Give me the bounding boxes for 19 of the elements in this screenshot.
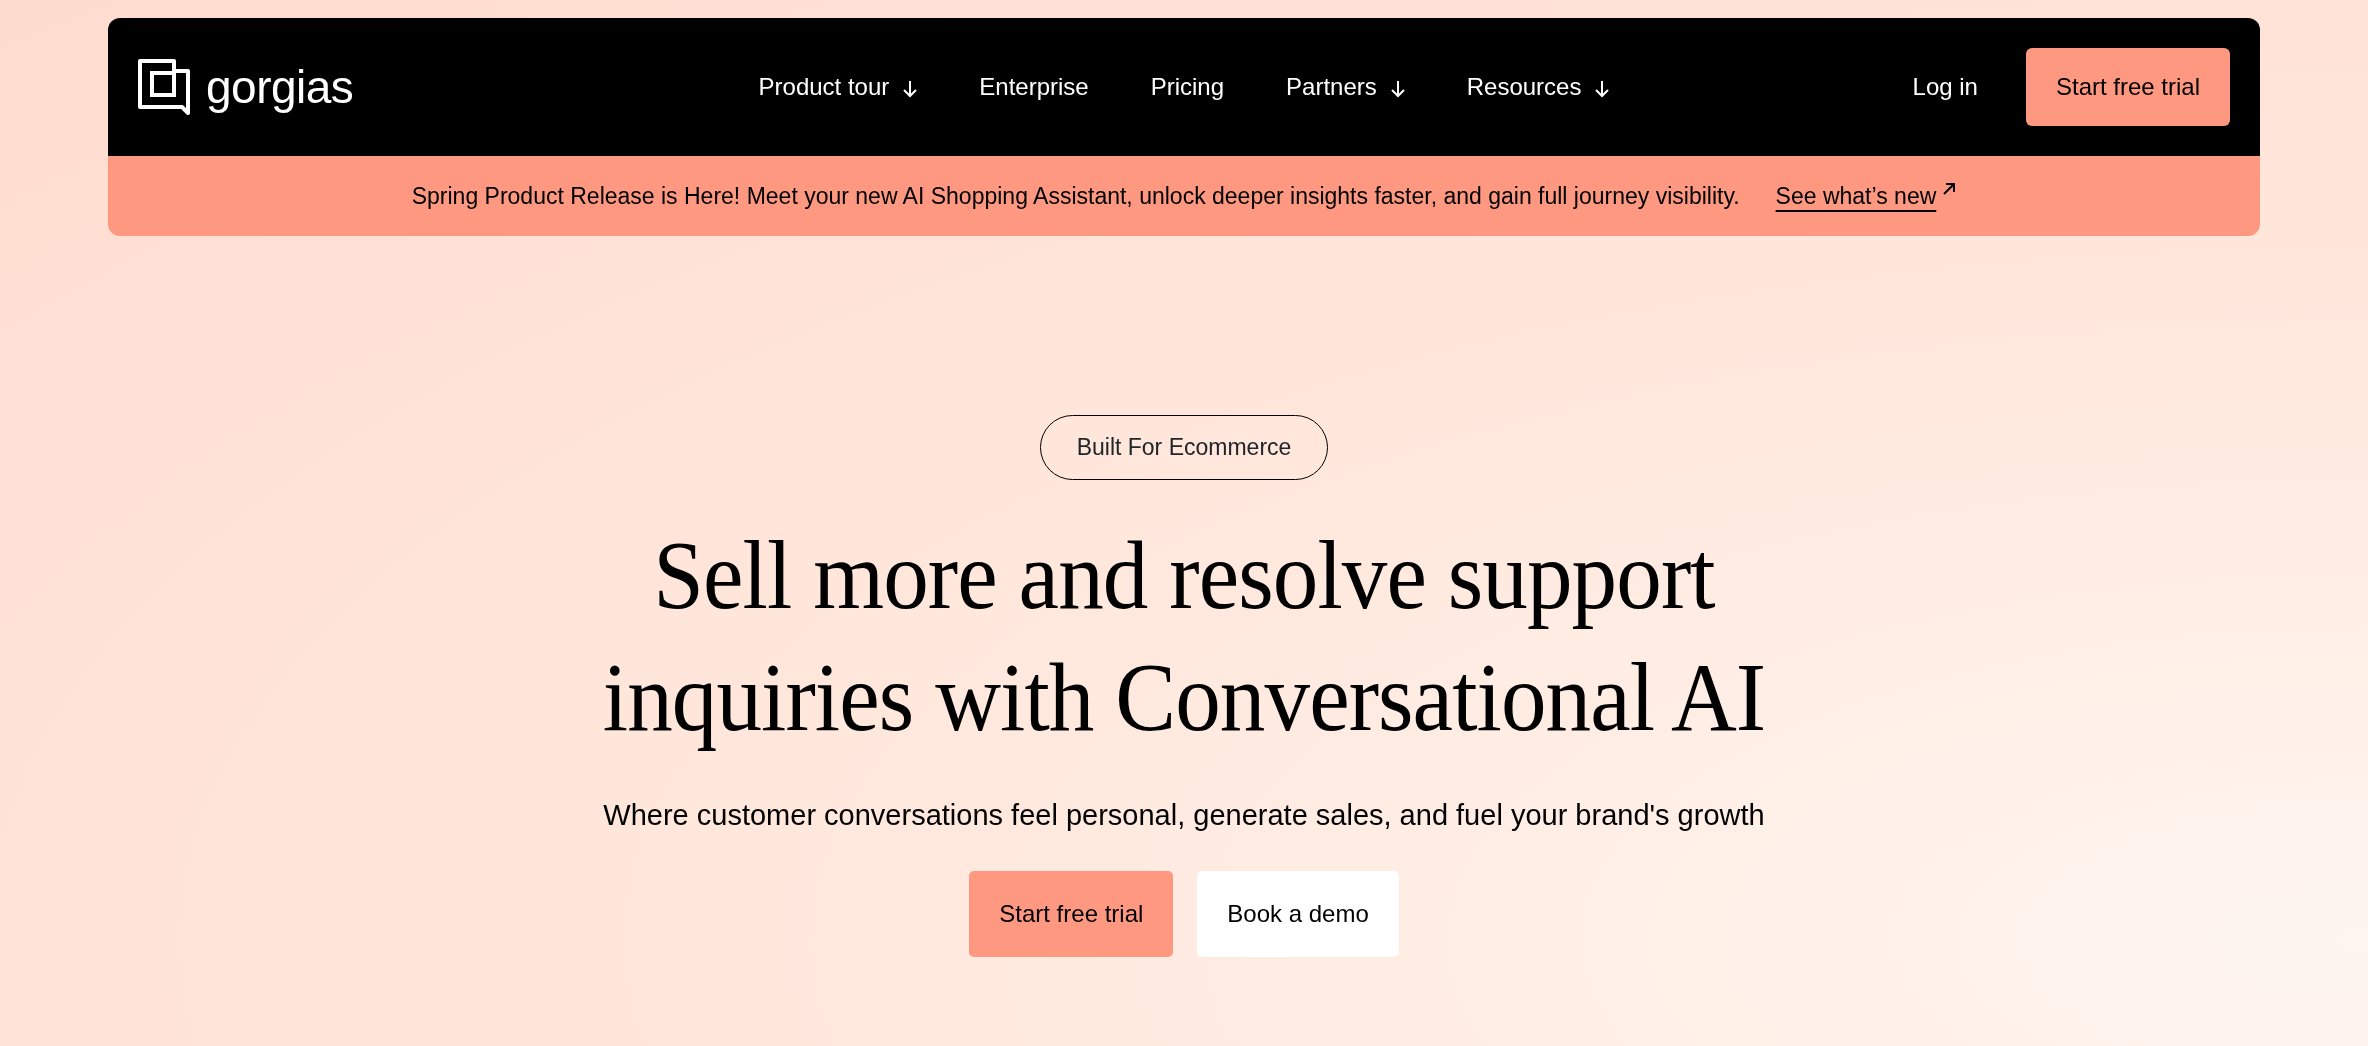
login-link[interactable]: Log in (1912, 69, 1978, 105)
nav-link[interactable]: Enterprise (979, 69, 1089, 105)
hero-heading: Sell more and resolve support inquiries with Conversational AI (601, 519, 1767, 753)
start-trial-button[interactable]: Start free trial (2025, 48, 2230, 126)
hero-subtitle: Where customer conversations feel personal, generate sales, and fuel your brand's growth (603, 797, 1765, 833)
nav-link[interactable]: Partners (1286, 69, 1405, 105)
nav-link[interactable]: Pricing (1150, 69, 1225, 105)
logo-icon (138, 59, 190, 115)
nav-link[interactable]: Product tour (758, 69, 918, 105)
nav-link[interactable]: Resources (1466, 69, 1610, 105)
book-demo-button[interactable]: Book a demo (1197, 871, 1399, 957)
down-arrow-icon[interactable] (1390, 79, 1405, 98)
logo-text[interactable]: gorgias (206, 52, 354, 122)
down-arrow-icon[interactable] (1595, 79, 1610, 98)
announcement-text: Spring Product Release is Here! Meet your new AI Shopping Assistant, unlock deeper insights faster, and gain full journey visibility. (411, 181, 1740, 211)
start-trial-button[interactable]: Start free trial (969, 871, 1174, 957)
down-arrow-icon[interactable] (903, 79, 918, 98)
external-arrow-icon (1942, 182, 1957, 196)
see-new-link[interactable]: See what’s new (1775, 178, 1937, 214)
